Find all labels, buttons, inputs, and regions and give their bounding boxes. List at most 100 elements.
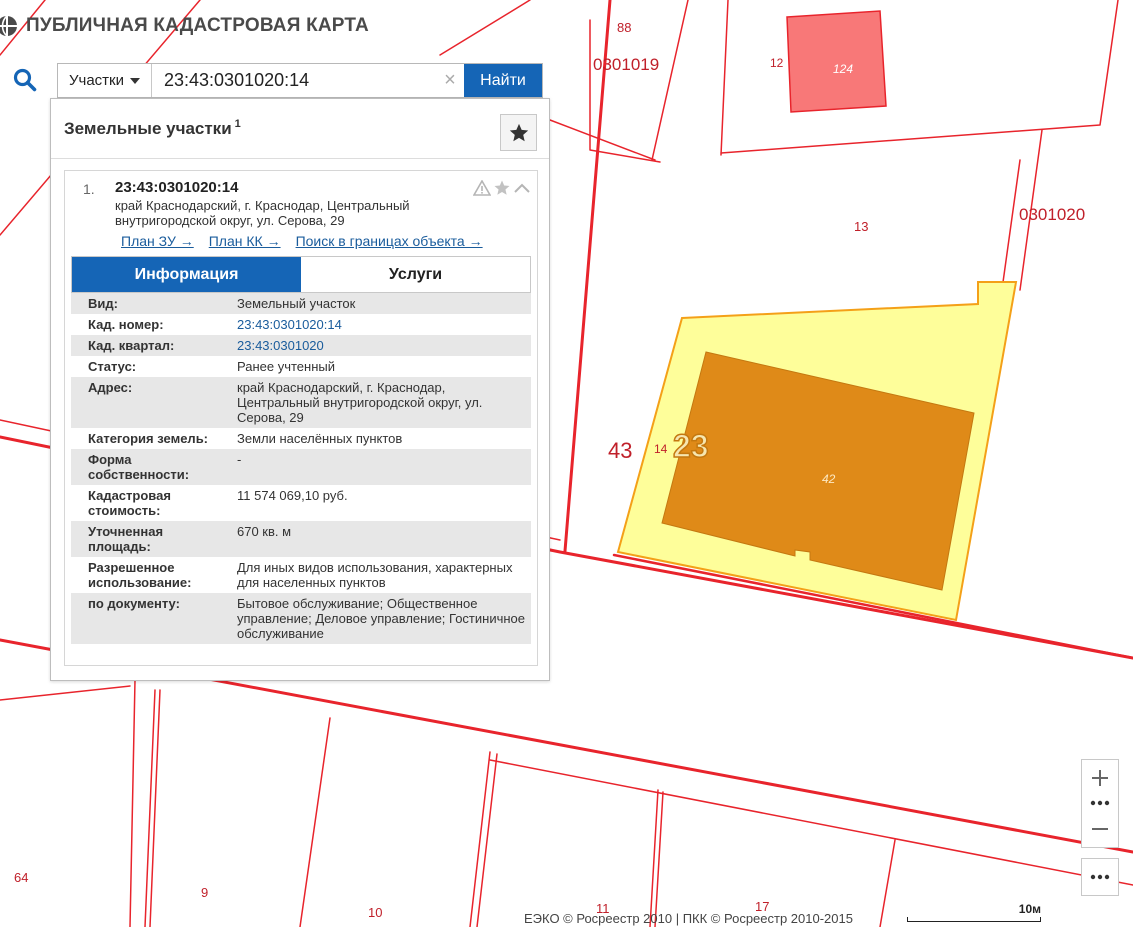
block-boundary — [563, 0, 612, 553]
info-key: Категория земель: — [88, 431, 209, 446]
table-row: Кад. квартал: 23:43:0301020 — [71, 335, 531, 356]
dots-icon — [1090, 800, 1110, 806]
table-row: по документу: Бытовое обслуживание; Общес… — [71, 593, 531, 644]
info-value: 11 574 069,10 руб. — [237, 488, 348, 503]
minus-icon — [1092, 828, 1108, 830]
parcel-line — [299, 717, 331, 927]
parcel-line — [149, 689, 161, 927]
result-address: край Краснодарский, г. Краснодар, Центра… — [115, 198, 410, 228]
tab-information[interactable]: Информация — [72, 257, 301, 292]
parcel-line — [879, 839, 896, 927]
info-key: Статус: — [88, 359, 137, 374]
info-value: Земельный участок — [221, 293, 531, 314]
table-row: Кад. номер: 23:43:0301020:14 — [71, 314, 531, 335]
parcel-line — [589, 19, 661, 163]
info-value: Земли населённых пунктов — [237, 431, 403, 446]
map-label-13: 13 — [854, 219, 869, 234]
favorites-button[interactable] — [500, 114, 537, 151]
parcel-line — [549, 119, 656, 161]
table-row: Уточненная площадь: 670 кв. м — [71, 521, 531, 557]
table-row: Адрес: край Краснодарский, г. Краснодар, … — [71, 377, 531, 428]
more-tools-button[interactable] — [1081, 858, 1119, 896]
panel-title-text: Земельные участки — [64, 119, 232, 138]
map-label-124: 124 — [833, 62, 854, 76]
parcel-line — [489, 759, 1133, 886]
tab-services[interactable]: Услуги — [301, 257, 530, 292]
link-plan-zu[interactable]: План ЗУ → — [121, 233, 194, 249]
clear-icon[interactable]: × — [436, 64, 464, 97]
info-key: Уточненная площадь: — [71, 521, 221, 557]
table-row: Вид: Земельный участок — [71, 293, 531, 314]
map-attribution: ЕЭКО © Росреестр 2010 | ПКК © Росреестр … — [524, 911, 853, 926]
more-dots-icon — [1090, 874, 1110, 880]
search-bar: Участки × Найти — [57, 63, 543, 98]
parcel-line — [439, 0, 531, 56]
app-header: ПУБЛИЧНАЯ КАДАСТРОВАЯ КАРТА — [0, 10, 369, 42]
globe-logo-icon — [0, 15, 17, 37]
zoom-control — [1081, 759, 1119, 848]
link-plan-kk[interactable]: План КК → — [209, 233, 281, 249]
map-label-64: 64 — [14, 870, 29, 885]
panel-title: Земельные участки 1 — [64, 118, 241, 139]
chevron-up-icon[interactable] — [513, 180, 531, 196]
table-row: Статус: Ранее учтенный — [71, 356, 531, 377]
result-index: 1. — [83, 181, 95, 197]
zoom-in-button[interactable] — [1082, 760, 1118, 796]
star-icon — [509, 123, 528, 141]
search-icon — [13, 68, 37, 92]
map-label-9: 9 — [201, 885, 209, 900]
map-label-23: 23 — [672, 427, 709, 465]
map-label-88: 88 — [617, 20, 632, 35]
result-cad-number[interactable]: 23:43:0301020:14 — [115, 179, 238, 196]
link-search-in-bounds[interactable]: Поиск в границах объекта → — [296, 233, 483, 249]
parcel-line — [720, 0, 729, 156]
info-value-quarter-link[interactable]: 23:43:0301020 — [221, 335, 531, 356]
results-panel: Земельные участки 1 1. 23:43:0301020:14 к… — [50, 98, 550, 681]
app-title: ПУБЛИЧНАЯ КАДАСТРОВАЯ КАРТА — [26, 15, 369, 36]
map-label-43: 43 — [608, 438, 633, 463]
panel-header: Земельные участки 1 — [51, 99, 549, 159]
scale-line — [907, 917, 1041, 922]
info-value: Ранее учтенный — [237, 359, 335, 374]
plus-icon — [1092, 770, 1108, 786]
map-label-10: 10 — [368, 905, 383, 920]
map-label-quarter-0301020: 0301020 — [1019, 205, 1086, 224]
info-value: - — [221, 449, 531, 485]
star-icon[interactable] — [493, 179, 511, 197]
table-row: Форма собственности: - — [71, 449, 531, 485]
result-count: 1 — [234, 118, 241, 130]
parcel-line — [144, 689, 156, 927]
info-value: 670 кв. м — [221, 521, 531, 557]
info-key: Кад. номер: — [88, 317, 164, 332]
table-row: Категория земель: Земли населённых пункто… — [71, 428, 531, 449]
parcel-line — [651, 0, 689, 161]
search-toggle-button[interactable] — [12, 66, 38, 94]
search-type-label: Участки — [69, 72, 124, 89]
scale-label: 10м — [1018, 902, 1041, 916]
info-value: Для иных видов использования, характерны… — [237, 560, 513, 590]
zoom-levels-button[interactable] — [1082, 796, 1118, 810]
info-value-cad-number-link[interactable]: 23:43:0301020:14 — [221, 314, 531, 335]
parcel-line — [0, 685, 131, 701]
parcel-line — [720, 0, 1119, 154]
map-label-14: 14 — [654, 442, 668, 456]
info-key: по документу: — [71, 593, 221, 644]
map-label-42: 42 — [822, 472, 836, 486]
zoom-out-button[interactable] — [1082, 811, 1118, 847]
result-tabs: Информация Услуги — [71, 256, 531, 293]
info-key: Адрес: — [71, 377, 221, 428]
info-key: Вид: — [71, 293, 221, 314]
scale-bar: 10м — [905, 902, 1045, 926]
map-label-12: 12 — [770, 56, 784, 70]
result-links: План ЗУ → План КК → Поиск в границах объ… — [121, 233, 483, 249]
map-label-quarter-0301019: 0301019 — [593, 55, 660, 74]
search-type-dropdown[interactable]: Участки — [58, 64, 152, 97]
table-row: Кадастровая стоимость: 11 574 069,10 руб. — [71, 485, 531, 521]
parcel-line — [129, 679, 136, 927]
search-submit-button[interactable]: Найти — [464, 64, 542, 97]
caret-down-icon — [130, 77, 140, 84]
info-key: Форма собственности: — [71, 449, 221, 485]
info-key: Разрешенное использование: — [88, 560, 192, 590]
warning-icon[interactable] — [473, 180, 491, 196]
search-input[interactable] — [152, 64, 436, 97]
